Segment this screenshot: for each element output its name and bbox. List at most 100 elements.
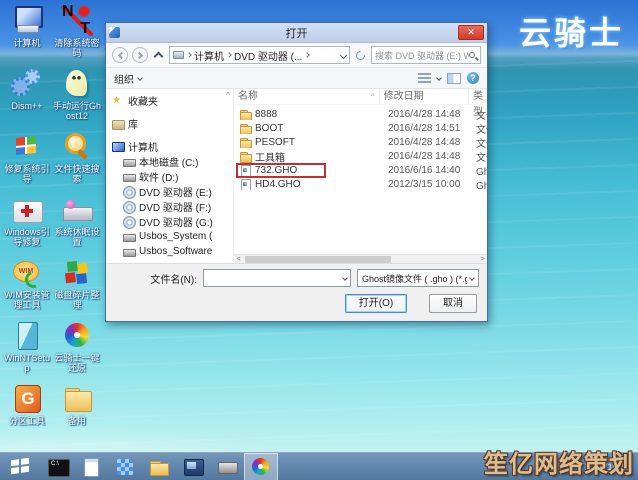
file-row[interactable]: PESOFT 2016/4/28 14:48 文件夹 bbox=[234, 135, 487, 149]
open-button[interactable]: 打开(O) bbox=[345, 294, 407, 313]
sidebar-item[interactable]: Usbos_Software bbox=[106, 244, 233, 259]
desktop-icon[interactable]: WIM安装管理工具 bbox=[2, 258, 52, 321]
file-name-box[interactable]: 8888 bbox=[238, 109, 324, 120]
breadcrumb[interactable]: 计算机 DVD 驱动器 (... bbox=[169, 46, 350, 64]
file-name-box[interactable]: 732.GHO bbox=[238, 165, 324, 176]
file-type: Ghost 映 bbox=[476, 177, 487, 192]
terminal-icon bbox=[47, 458, 67, 476]
search-box[interactable]: 搜索 DVD 驱动器 (E:) WIN7... bbox=[371, 46, 481, 64]
desktop-icon[interactable]: WinNTSetup bbox=[2, 321, 52, 384]
taskbar-button[interactable] bbox=[108, 453, 142, 480]
file-name-box[interactable]: 工具箱 bbox=[238, 149, 324, 164]
file-row[interactable]: 工具箱 2016/4/28 14:48 文件夹 bbox=[234, 149, 487, 163]
back-button[interactable] bbox=[112, 47, 128, 63]
filename-dropdown-icon[interactable] bbox=[342, 275, 348, 281]
breadcrumb-dvd-drive[interactable]: DVD 驱动器 (... bbox=[234, 48, 302, 63]
desktop-icon[interactable]: 备用 bbox=[52, 384, 102, 447]
file-row[interactable]: HD4.GHO 2012/3/15 10:00 Ghost 映 bbox=[234, 177, 487, 191]
sidebar-item[interactable]: 收藏夹 bbox=[106, 93, 233, 108]
sidebar-item[interactable]: 本地磁盘 (C:) bbox=[106, 154, 233, 169]
file-name: 732.GHO bbox=[255, 165, 297, 176]
desktop-icon[interactable]: 修复系统引导 bbox=[2, 132, 52, 195]
filename-input[interactable] bbox=[203, 269, 351, 287]
desktop-icon[interactable]: 系统休眠设置 bbox=[52, 195, 102, 258]
file-name-box[interactable]: PESOFT bbox=[238, 137, 324, 148]
drive-icon bbox=[173, 51, 184, 59]
sidebar-item[interactable]: 库 bbox=[106, 116, 233, 131]
up-button[interactable] bbox=[154, 52, 164, 62]
sidebar-scroll-up[interactable]: ^ bbox=[226, 91, 230, 100]
desktop-icon[interactable]: 手动运行Ghost12 bbox=[52, 69, 102, 132]
dialog-titlebar[interactable]: 打开 ✕ bbox=[106, 23, 487, 43]
sidebar-item[interactable]: 计算机 bbox=[106, 139, 233, 154]
start-button[interactable] bbox=[0, 453, 40, 480]
file-name-box[interactable]: HD4.GHO bbox=[238, 179, 324, 190]
column-header-name[interactable]: 名称 ^ bbox=[234, 89, 380, 104]
file-type: Ghost 映 bbox=[476, 163, 487, 178]
folder bbox=[240, 109, 251, 120]
ghost bbox=[240, 179, 251, 190]
file-name: PESOFT bbox=[255, 137, 295, 148]
close-button[interactable]: ✕ bbox=[458, 25, 484, 40]
file-name: BOOT bbox=[255, 123, 283, 134]
sidebar-item[interactable]: DVD 驱动器 (E:) bbox=[106, 184, 233, 199]
taskbar-button[interactable] bbox=[142, 453, 176, 480]
refresh-button[interactable] bbox=[354, 49, 367, 62]
filename-label: 文件名(N): bbox=[150, 271, 197, 286]
desktop-icon-label: Windows引导修复 bbox=[2, 227, 52, 247]
help-button[interactable]: ? bbox=[467, 72, 479, 84]
file-rows: 8888 2016/4/28 14:48 文件夹 BOOT bbox=[234, 105, 487, 254]
search-placeholder: 搜索 DVD 驱动器 (E:) WIN7... bbox=[375, 49, 469, 62]
desktop-icon[interactable]: 分区工具 bbox=[2, 384, 52, 447]
sidebar-item[interactable]: Usbos_System ( bbox=[106, 229, 233, 244]
wim-icon bbox=[11, 258, 43, 288]
taskbar-button[interactable] bbox=[210, 453, 244, 480]
scrollbar-thumb[interactable] bbox=[245, 256, 391, 263]
organize-button[interactable]: 组织 bbox=[114, 71, 142, 86]
file-row[interactable]: BOOT 2016/4/28 14:51 文件夹 bbox=[234, 121, 487, 135]
taskbar-button[interactable] bbox=[176, 453, 210, 480]
sidebar-item[interactable]: 软件 (D:) bbox=[106, 169, 233, 184]
view-dropdown-icon[interactable] bbox=[436, 75, 442, 81]
column-header-date[interactable]: 修改日期 bbox=[380, 89, 469, 104]
scroll-left-icon[interactable]: < bbox=[234, 255, 243, 264]
file-type: 文件夹 bbox=[476, 135, 487, 150]
sidebar-item[interactable]: DVD 驱动器 (G:) bbox=[106, 214, 233, 229]
scrollbar-track[interactable] bbox=[243, 255, 478, 264]
desktop-icon-label: 文件快速搜索 bbox=[52, 164, 102, 184]
bed-icon bbox=[61, 195, 93, 225]
search-icon bbox=[469, 52, 475, 58]
file-row[interactable]: 8888 2016/4/28 14:48 文件夹 bbox=[234, 107, 487, 121]
desktop-icon[interactable]: 磁盘碎片整理 bbox=[52, 258, 102, 321]
file-row[interactable]: 732.GHO 2016/6/16 14:40 Ghost 映 bbox=[234, 163, 487, 177]
scroll-right-icon[interactable]: > bbox=[478, 255, 487, 264]
desktop-icon[interactable]: 清除系统密码 bbox=[52, 6, 102, 69]
desktop-icon[interactable]: Windows引导修复 bbox=[2, 195, 52, 258]
file-name-box[interactable]: BOOT bbox=[238, 123, 324, 134]
explorer-icon bbox=[149, 458, 169, 476]
taskbar-button[interactable] bbox=[244, 453, 278, 480]
cancel-button[interactable]: 取消 bbox=[429, 294, 477, 313]
dialog-footer: 文件名(N): Ghost镜像文件 ( .gho ) (*.gh 打开(O) 取… bbox=[106, 263, 487, 321]
taskbar-button[interactable] bbox=[40, 453, 74, 480]
taskbar-icons bbox=[40, 453, 278, 480]
change-view-button[interactable] bbox=[418, 73, 431, 84]
forward-button[interactable] bbox=[132, 47, 148, 63]
preview-pane-button[interactable] bbox=[447, 73, 461, 84]
desktop-icon[interactable]: 计算机 bbox=[2, 6, 52, 69]
horizontal-scrollbar[interactable]: < > bbox=[234, 254, 487, 263]
desktop-icon-label: 修复系统引导 bbox=[2, 164, 52, 184]
desktop-icon[interactable]: 云骑士一键还原 bbox=[52, 321, 102, 384]
sidebar-item[interactable]: DVD 驱动器 (F:) bbox=[106, 199, 233, 214]
column-header-type[interactable]: 类型 bbox=[469, 89, 487, 104]
sidebar-item-label: DVD 驱动器 (G:) bbox=[139, 214, 213, 229]
desktop-icon[interactable]: 文件快速搜索 bbox=[52, 132, 102, 195]
chevron-right-icon bbox=[186, 52, 192, 58]
desktop-icon[interactable]: Dism++ bbox=[2, 69, 52, 132]
sidebar-item-label: DVD 驱动器 (F:) bbox=[139, 199, 211, 214]
filetype-select[interactable]: Ghost镜像文件 ( .gho ) (*.gh bbox=[357, 269, 479, 287]
disc-icon bbox=[123, 186, 135, 198]
taskbar-button[interactable] bbox=[74, 453, 108, 480]
breadcrumb-computer[interactable]: 计算机 bbox=[194, 48, 224, 63]
breadcrumb-dropdown-icon[interactable] bbox=[340, 51, 347, 58]
